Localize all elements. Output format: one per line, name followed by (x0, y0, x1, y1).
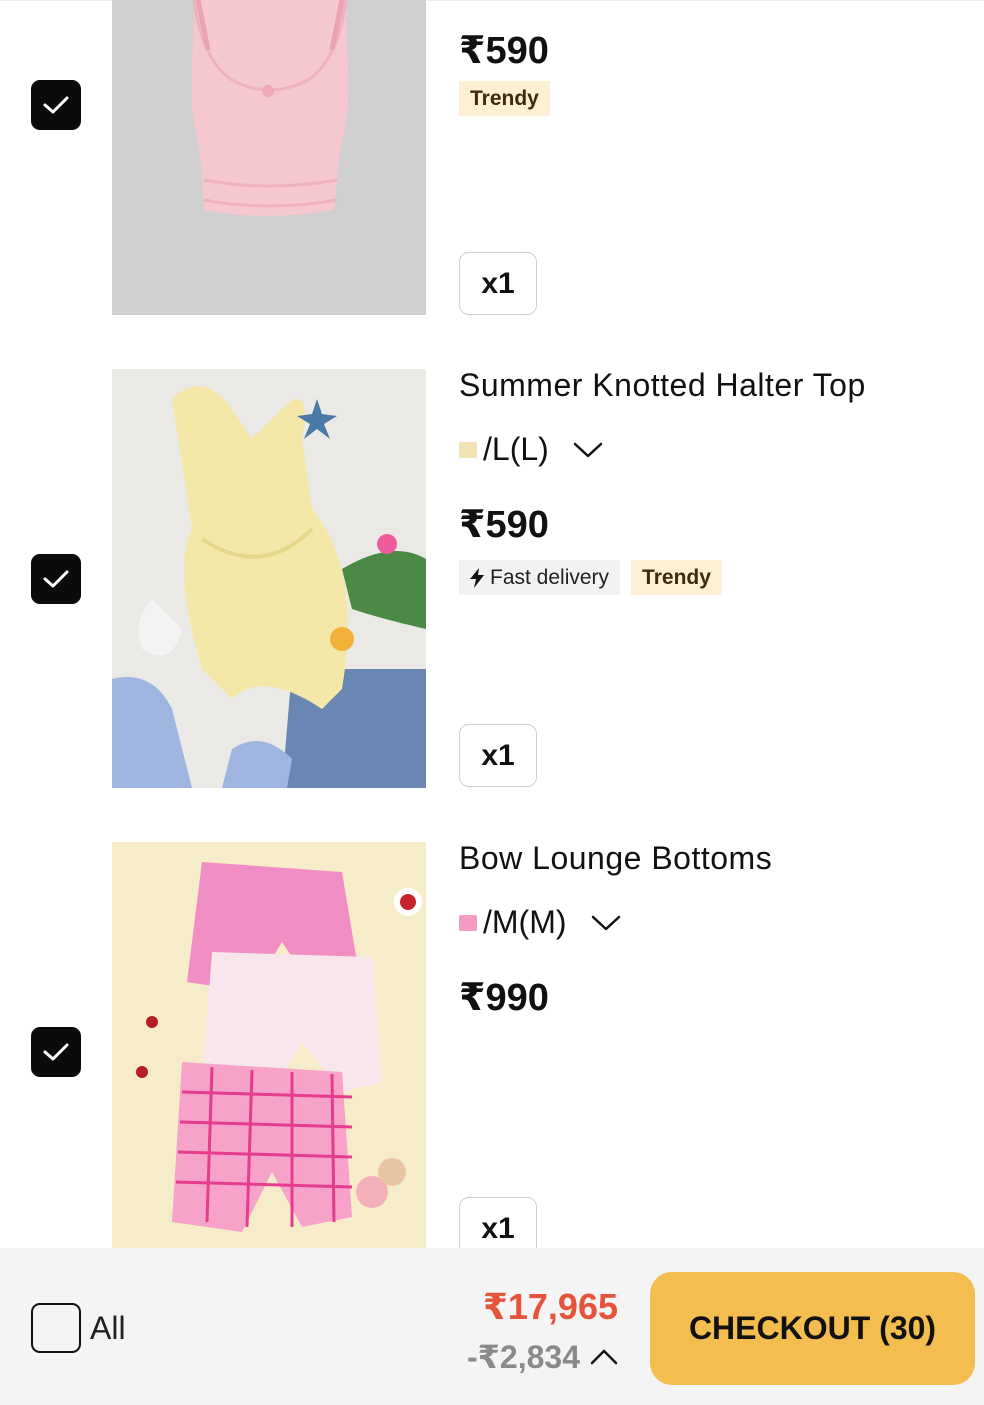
cart-item: Bow Lounge Bottoms /M(M) ₹990 x1 (0, 842, 984, 1260)
trendy-tag: Trendy (459, 81, 550, 116)
total-price: ₹17,965 (482, 1286, 618, 1327)
select-all-checkbox[interactable] (31, 1303, 81, 1353)
checkout-bar: All ₹17,965 -₹2,834 CHECKOUT (30) (0, 1248, 984, 1405)
discount-amount: -₹2,834 (467, 1339, 580, 1375)
item-checkbox[interactable] (31, 80, 81, 130)
chevron-down-icon (591, 915, 620, 930)
quantity-selector[interactable]: x1 (459, 724, 537, 787)
product-image[interactable] (112, 0, 426, 315)
price: ₹990 (459, 977, 549, 1019)
trendy-tag: Trendy (631, 560, 722, 595)
fast-delivery-label: Fast delivery (490, 565, 610, 589)
chevron-down-icon (573, 442, 603, 457)
tag-list: Fast delivery Trendy (459, 560, 964, 595)
discount-toggle[interactable]: -₹2,834 (467, 1338, 618, 1376)
price: ₹590 (459, 504, 549, 546)
check-icon (43, 96, 69, 114)
price: ₹590 (459, 30, 549, 72)
product-image[interactable] (112, 842, 426, 1252)
variant-selector[interactable]: /L(L) (459, 431, 964, 468)
product-title[interactable]: Summer Knotted Halter Top (459, 369, 964, 401)
product-title[interactable]: Bow Lounge Bottoms (459, 842, 964, 874)
cart-item: Summer Knotted Halter Top /L(L) ₹590 Fas… (0, 369, 984, 789)
tag-list: Trendy (459, 81, 550, 116)
item-checkbox[interactable] (31, 1027, 81, 1077)
product-image[interactable] (112, 369, 426, 788)
color-swatch (459, 914, 477, 931)
check-icon (43, 1043, 69, 1061)
variant-selector[interactable]: /M(M) (459, 904, 964, 941)
checkout-button[interactable]: CHECKOUT (30) (650, 1272, 975, 1385)
check-icon (43, 570, 69, 588)
variant-label: /L(L) (483, 431, 549, 467)
fast-delivery-tag: Fast delivery (459, 560, 621, 595)
cart-item: ₹590 Trendy x1 (0, 0, 984, 316)
chevron-up-icon (590, 1349, 618, 1365)
variant-label: /M(M) (483, 904, 567, 940)
select-all-label[interactable]: All (90, 1310, 126, 1347)
quantity-selector[interactable]: x1 (459, 252, 537, 315)
lightning-icon (470, 567, 484, 588)
item-checkbox[interactable] (31, 554, 81, 604)
color-swatch (459, 441, 477, 458)
